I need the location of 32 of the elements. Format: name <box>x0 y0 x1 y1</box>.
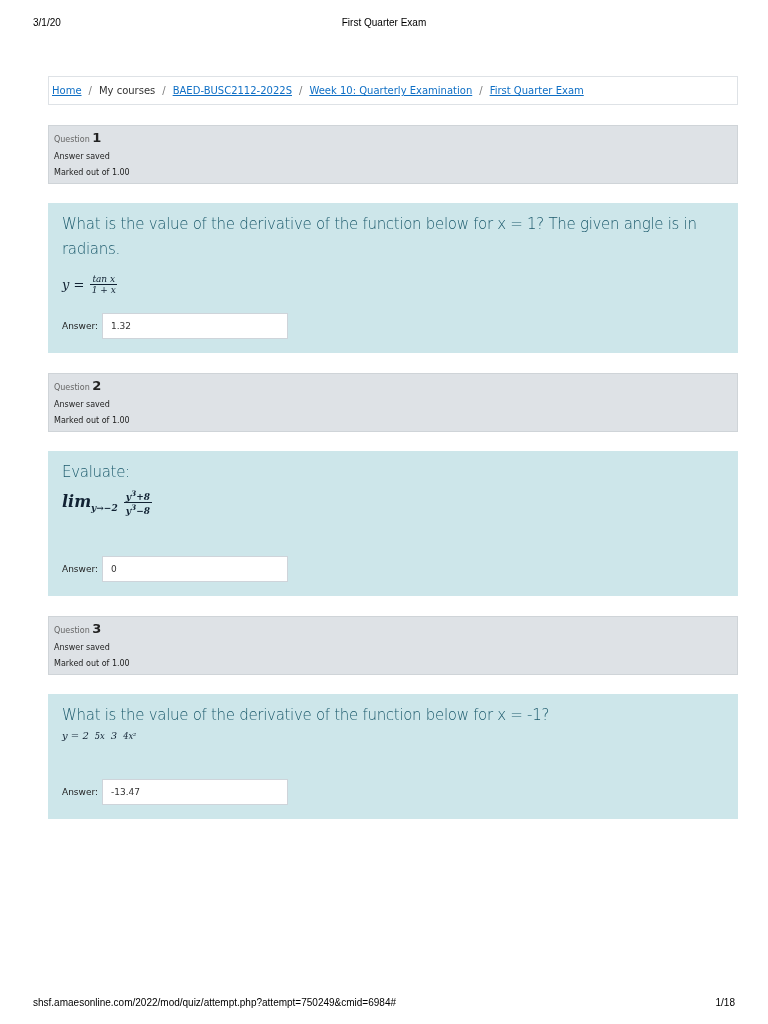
answer-label: Answer: <box>62 787 99 797</box>
question-marks: Marked out of 1.00 <box>54 416 131 425</box>
question-number: Question 3 <box>54 621 103 636</box>
page-number: 1/18 <box>715 997 735 1008</box>
breadcrumb-text: My courses <box>98 85 156 96</box>
answer-field[interactable]: 0 <box>102 556 289 582</box>
answer-field[interactable]: 1.32 <box>102 313 289 339</box>
page-title: First Quarter Exam <box>341 17 427 30</box>
breadcrumb-link[interactable]: First Quarter Exam <box>489 85 584 96</box>
question-text: What is the value of the derivative of the function below for x = 1? The given angle is in radians. <box>62 214 698 260</box>
page-url: shsf.amaesonline.com/2022/mod/quiz/attempt.php?attempt=750249&cmid=6984# <box>33 997 396 1008</box>
math-formula: lim$_{y→−2}$ y$^{3}$+8 y$^{3}$−8 <box>62 489 153 516</box>
answer-status: Answer saved <box>54 152 111 161</box>
answer-status: Answer saved <box>54 643 111 652</box>
answer-status: Answer saved <box>54 400 111 409</box>
answer-label: Answer: <box>62 321 99 331</box>
answer-field[interactable]: -13.47 <box>102 779 289 805</box>
breadcrumb-link[interactable]: Home <box>52 85 82 96</box>
question-text: Evaluate: <box>62 462 131 483</box>
question-number: Question 1 <box>54 130 103 145</box>
breadcrumb-separator: / <box>299 85 303 96</box>
breadcrumb-separator: / <box>162 85 166 96</box>
breadcrumb-separator: / <box>479 85 483 96</box>
question-text: What is the value of the derivative of the function below for x = -1? <box>62 705 551 726</box>
breadcrumb-link[interactable]: BAED-BUSC2112-2022S <box>172 85 292 96</box>
breadcrumb-separator: / <box>88 85 92 96</box>
question-marks: Marked out of 1.00 <box>54 168 131 177</box>
breadcrumb-link[interactable]: Week 10: Quarterly Examination <box>309 85 473 96</box>
answer-label: Answer: <box>62 564 99 574</box>
print-date: 3/1/20 <box>33 17 62 30</box>
question-number: Question 2 <box>54 378 103 393</box>
question-marks: Marked out of 1.00 <box>54 659 131 668</box>
